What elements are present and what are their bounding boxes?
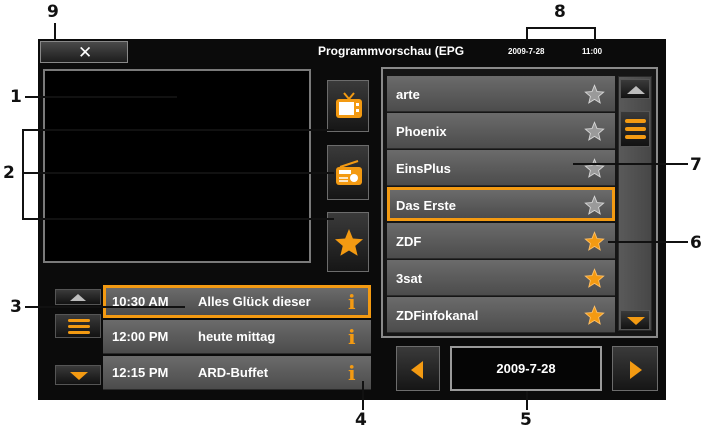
- arrow-down-icon: [70, 372, 88, 380]
- star-filled-icon[interactable]: [584, 305, 605, 326]
- prev-date-button[interactable]: [396, 346, 440, 391]
- channel-scroll-down-button[interactable]: [620, 310, 650, 330]
- tv-mode-button[interactable]: [327, 80, 369, 132]
- channel-name: Phoenix: [396, 124, 447, 139]
- channel-row[interactable]: ZDFinfokanal: [387, 297, 615, 333]
- channel-name: Das Erste: [396, 198, 456, 213]
- program-row[interactable]: 10:30 AM Alles Glück dieser i: [103, 285, 371, 318]
- leader-line-2-top: [22, 129, 334, 131]
- callout-9: 9: [47, 2, 59, 22]
- info-icon[interactable]: i: [348, 325, 356, 349]
- program-time: 12:15 PM: [112, 365, 169, 380]
- date-display: 2009-7-28: [450, 346, 602, 391]
- star-empty-icon[interactable]: [584, 84, 605, 105]
- leader-line-3: [25, 306, 185, 308]
- program-row[interactable]: 12:15 PM ARD-Buffet i: [103, 356, 371, 390]
- callout-5: 5: [520, 410, 532, 430]
- list-icon: [625, 119, 646, 139]
- favorites-mode-button[interactable]: [327, 212, 369, 272]
- callout-1: 1: [10, 87, 22, 107]
- star-filled-icon[interactable]: [584, 231, 605, 252]
- leader-line-8-bracket: [526, 27, 596, 29]
- channel-name: arte: [396, 87, 420, 102]
- program-time: 12:00 PM: [112, 329, 169, 344]
- program-menu-button[interactable]: [55, 314, 101, 338]
- leader-line-8-right: [594, 27, 596, 41]
- channel-row[interactable]: ZDF: [387, 223, 615, 259]
- list-icon: [68, 319, 90, 334]
- star-empty-icon[interactable]: [584, 158, 605, 179]
- channel-row[interactable]: Phoenix: [387, 113, 615, 149]
- header-time: 11:00: [582, 47, 603, 56]
- channel-row[interactable]: 3sat: [387, 260, 615, 296]
- program-title: heute mittag: [198, 329, 276, 344]
- channel-menu-button[interactable]: [620, 111, 650, 147]
- leader-line-1: [25, 96, 177, 98]
- leader-line-4: [362, 381, 364, 410]
- channel-row[interactable]: arte: [387, 76, 615, 112]
- channel-list: arte Phoenix EinsPlus Das Erste ZDF 3sat…: [387, 76, 615, 333]
- channel-name: EinsPlus: [396, 161, 451, 176]
- leader-line-6: [608, 241, 688, 243]
- program-list: 10:30 AM Alles Glück dieser i 12:00 PM h…: [103, 285, 371, 390]
- leader-line-2-vert: [22, 129, 24, 219]
- star-empty-icon[interactable]: [584, 195, 605, 216]
- arrow-left-icon: [411, 361, 423, 379]
- program-row[interactable]: 12:00 PM heute mittag i: [103, 320, 371, 354]
- tv-icon: [336, 92, 362, 118]
- leader-line-2-bottom: [22, 218, 334, 220]
- star-icon: [335, 229, 363, 256]
- program-title: ARD-Buffet: [198, 365, 269, 380]
- callout-2: 2: [3, 163, 15, 183]
- channel-name: ZDFinfokanal: [396, 308, 479, 323]
- leader-line-9: [54, 23, 56, 41]
- header-date: 2009-7-28: [508, 47, 545, 56]
- date-label: 2009-7-28: [496, 361, 556, 376]
- program-scroll-down-button[interactable]: [55, 365, 101, 385]
- channel-row[interactable]: EinsPlus: [387, 150, 615, 186]
- close-icon: ✕: [78, 43, 93, 63]
- close-button[interactable]: ✕: [40, 41, 128, 63]
- program-title: Alles Glück dieser: [198, 294, 311, 309]
- callout-7: 7: [690, 155, 702, 175]
- radio-icon: [336, 160, 362, 185]
- info-icon[interactable]: i: [348, 290, 356, 314]
- arrow-up-icon: [627, 86, 645, 94]
- page-title: Programmvorschau (EPG: [318, 44, 465, 58]
- arrow-up-icon: [70, 294, 86, 301]
- star-empty-icon[interactable]: [584, 121, 605, 142]
- leader-line-7: [573, 163, 688, 165]
- channel-name: 3sat: [396, 271, 423, 286]
- channel-name: ZDF: [396, 234, 422, 249]
- channel-row-selected[interactable]: Das Erste: [387, 187, 615, 221]
- info-icon[interactable]: i: [348, 361, 356, 385]
- callout-6: 6: [690, 233, 702, 253]
- next-date-button[interactable]: [612, 346, 658, 391]
- arrow-right-icon: [630, 361, 642, 379]
- callout-3: 3: [10, 297, 22, 317]
- program-scroll-up-button[interactable]: [55, 289, 101, 305]
- star-filled-icon[interactable]: [584, 268, 605, 289]
- callout-8: 8: [554, 2, 566, 22]
- video-preview: [43, 69, 311, 263]
- leader-line-2-mid: [22, 172, 334, 174]
- callout-4: 4: [355, 410, 367, 430]
- channel-scroll-up-button[interactable]: [620, 79, 650, 99]
- arrow-down-icon: [627, 317, 645, 325]
- leader-line-5: [526, 391, 528, 410]
- leader-line-8-left: [526, 27, 528, 41]
